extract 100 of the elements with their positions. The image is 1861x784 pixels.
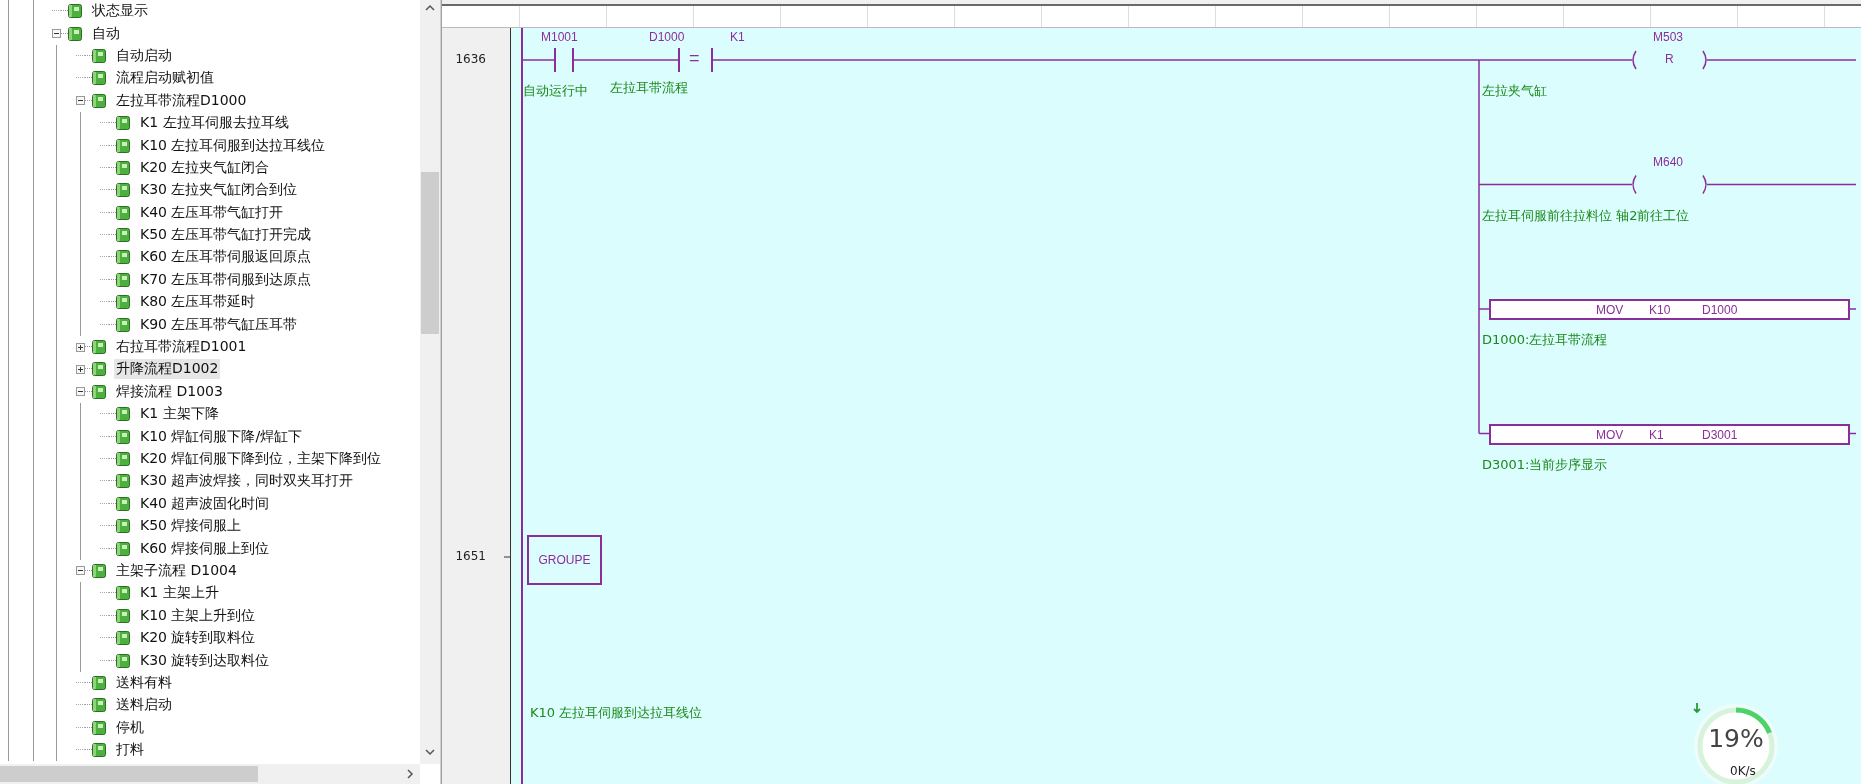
book-icon [116, 519, 130, 534]
book-icon [116, 138, 130, 153]
book-icon [116, 653, 130, 668]
tree-item[interactable]: K60 焊接伺服上到位 [138, 538, 272, 559]
comment-text: 左拉夹气缸 [1482, 82, 1547, 100]
comment-text: K10 左拉耳伺服到达拉耳线位 [530, 704, 703, 722]
tree-item[interactable]: K1 主架下降 [138, 404, 221, 425]
operand-label: K1 [730, 30, 745, 44]
book-icon [116, 205, 130, 220]
rung-number: 1651 [454, 549, 486, 563]
tree-item[interactable]: K70 左压耳带伺服到达原点 [138, 269, 314, 290]
rung-number: 1636 [454, 52, 486, 66]
operand-label: D1000 [649, 30, 685, 44]
instruction-mnemonic: MOV [1596, 427, 1624, 442]
tree-item[interactable]: K20 焊缸伺服下降到位，主架下降到位 [138, 449, 384, 469]
book-icon [116, 496, 130, 511]
operand-label: K1 [1649, 427, 1664, 442]
tree-item[interactable]: 状态显示 [90, 1, 150, 22]
book-icon [92, 340, 106, 355]
book-icon [92, 362, 106, 377]
book-icon [116, 116, 130, 131]
instruction-mnemonic: MOV [1596, 303, 1624, 317]
book-icon [68, 4, 82, 19]
tree-item[interactable]: 右拉耳带流程D1001 [114, 337, 249, 358]
tree-item[interactable]: K50 焊接伺服上 [138, 516, 244, 537]
book-icon [116, 250, 130, 265]
operand-label: M503 [1653, 30, 1684, 44]
tree-item[interactable]: 主架子流程 D1004 [114, 560, 239, 581]
tree-item[interactable]: K40 超声波固化时间 [138, 493, 272, 514]
tree-item[interactable]: 升降流程D1002 [114, 359, 221, 380]
tree-item[interactable]: 送料有料 [114, 672, 174, 693]
comment-text: D1000:左拉耳带流程 [1482, 331, 1608, 349]
expand-toggle[interactable] [76, 96, 85, 106]
comment-text: 自动运行中 [523, 82, 588, 100]
tree-item[interactable]: K60 左压耳带伺服返回原点 [138, 247, 314, 268]
book-icon [116, 631, 130, 646]
tree-item[interactable]: 送料启动 [114, 695, 174, 716]
scrollbar-thumb[interactable] [421, 172, 439, 334]
book-icon [116, 160, 130, 175]
operand-label: K10 [1649, 303, 1671, 317]
tree-item[interactable]: K1 主架上升 [138, 583, 221, 604]
expand-toggle[interactable] [76, 364, 85, 374]
book-icon [116, 228, 130, 243]
scroll-right-icon[interactable] [404, 768, 416, 780]
tree-item[interactable]: K20 左拉夹气缸闭合 [138, 157, 272, 178]
comment-text: 左拉耳带流程 [610, 82, 688, 93]
book-icon [92, 675, 106, 690]
book-icon [92, 743, 106, 758]
tree-item[interactable]: K1 左拉耳伺服去拉耳线 [138, 113, 291, 134]
tree-item[interactable]: 左拉耳带流程D1000 [114, 90, 249, 111]
comment-text: D3001:当前步序显示 [1482, 455, 1608, 474]
book-icon [92, 71, 106, 86]
expand-toggle[interactable] [76, 387, 85, 397]
tree-item[interactable]: K30 左拉夹气缸闭合到位 [138, 180, 300, 201]
comment-text: 左拉耳伺服前往拉料位 轴2前往工位 [1482, 206, 1690, 225]
vertical-scrollbar[interactable] [420, 0, 440, 764]
tree-item[interactable]: K10 主架上升到位 [138, 605, 258, 626]
coil-function: R [1665, 52, 1674, 66]
scrollbar-thumb[interactable] [0, 766, 258, 782]
expand-toggle[interactable] [76, 566, 85, 576]
book-icon [116, 295, 130, 310]
speed-text: 0K/s [1730, 764, 1756, 778]
horizontal-scrollbar[interactable] [0, 764, 420, 784]
book-icon [116, 452, 130, 466]
book-icon [116, 429, 130, 444]
tree-item[interactable]: 流程启动赋初值 [114, 68, 216, 89]
tree-item[interactable]: K90 左压耳带气缸压耳带 [138, 314, 300, 335]
book-icon [92, 563, 106, 578]
scroll-down-icon[interactable] [424, 746, 436, 758]
tree-item[interactable]: 自动 [90, 23, 122, 44]
book-icon [92, 698, 106, 713]
book-icon [116, 317, 130, 332]
tree-item[interactable]: K40 左压耳带气缸打开 [138, 202, 286, 223]
book-icon [116, 183, 130, 198]
expand-toggle[interactable] [76, 342, 85, 352]
operand-label: D3001 [1702, 427, 1738, 442]
book-icon [116, 272, 130, 287]
tree-item[interactable]: K10 焊缸伺服下降/焊缸下 [138, 426, 305, 447]
tree-item[interactable]: 打料 [114, 740, 146, 761]
expand-toggle[interactable] [52, 29, 61, 39]
book-icon [68, 26, 82, 41]
tree-item[interactable]: 自动启动 [114, 45, 174, 66]
book-icon [116, 608, 130, 623]
tree-item[interactable]: K30 旋转到达取料位 [138, 650, 272, 671]
tree-item[interactable]: 停机 [114, 717, 146, 738]
book-icon [116, 474, 130, 489]
book-icon [116, 586, 130, 601]
tree-item[interactable]: K20 旋转到取料位 [138, 628, 258, 649]
tree-item[interactable]: K10 左拉耳伺服到达拉耳线位 [138, 135, 328, 156]
book-icon [92, 720, 106, 735]
tree-item[interactable]: 焊接流程 D1003 [114, 381, 225, 402]
book-icon [116, 541, 130, 556]
tree-item[interactable]: K50 左压耳带气缸打开完成 [138, 225, 314, 246]
percent-text: 19% [1707, 724, 1765, 753]
group-block: GROUPE [527, 535, 602, 585]
operand-label: M640 [1653, 154, 1684, 169]
operand-label: D1000 [1702, 303, 1738, 317]
book-icon [92, 48, 106, 63]
tree-item[interactable]: K30 超声波焊接，同时双夹耳打开 [138, 471, 356, 492]
tree-item[interactable]: K80 左压耳带延时 [138, 292, 258, 313]
